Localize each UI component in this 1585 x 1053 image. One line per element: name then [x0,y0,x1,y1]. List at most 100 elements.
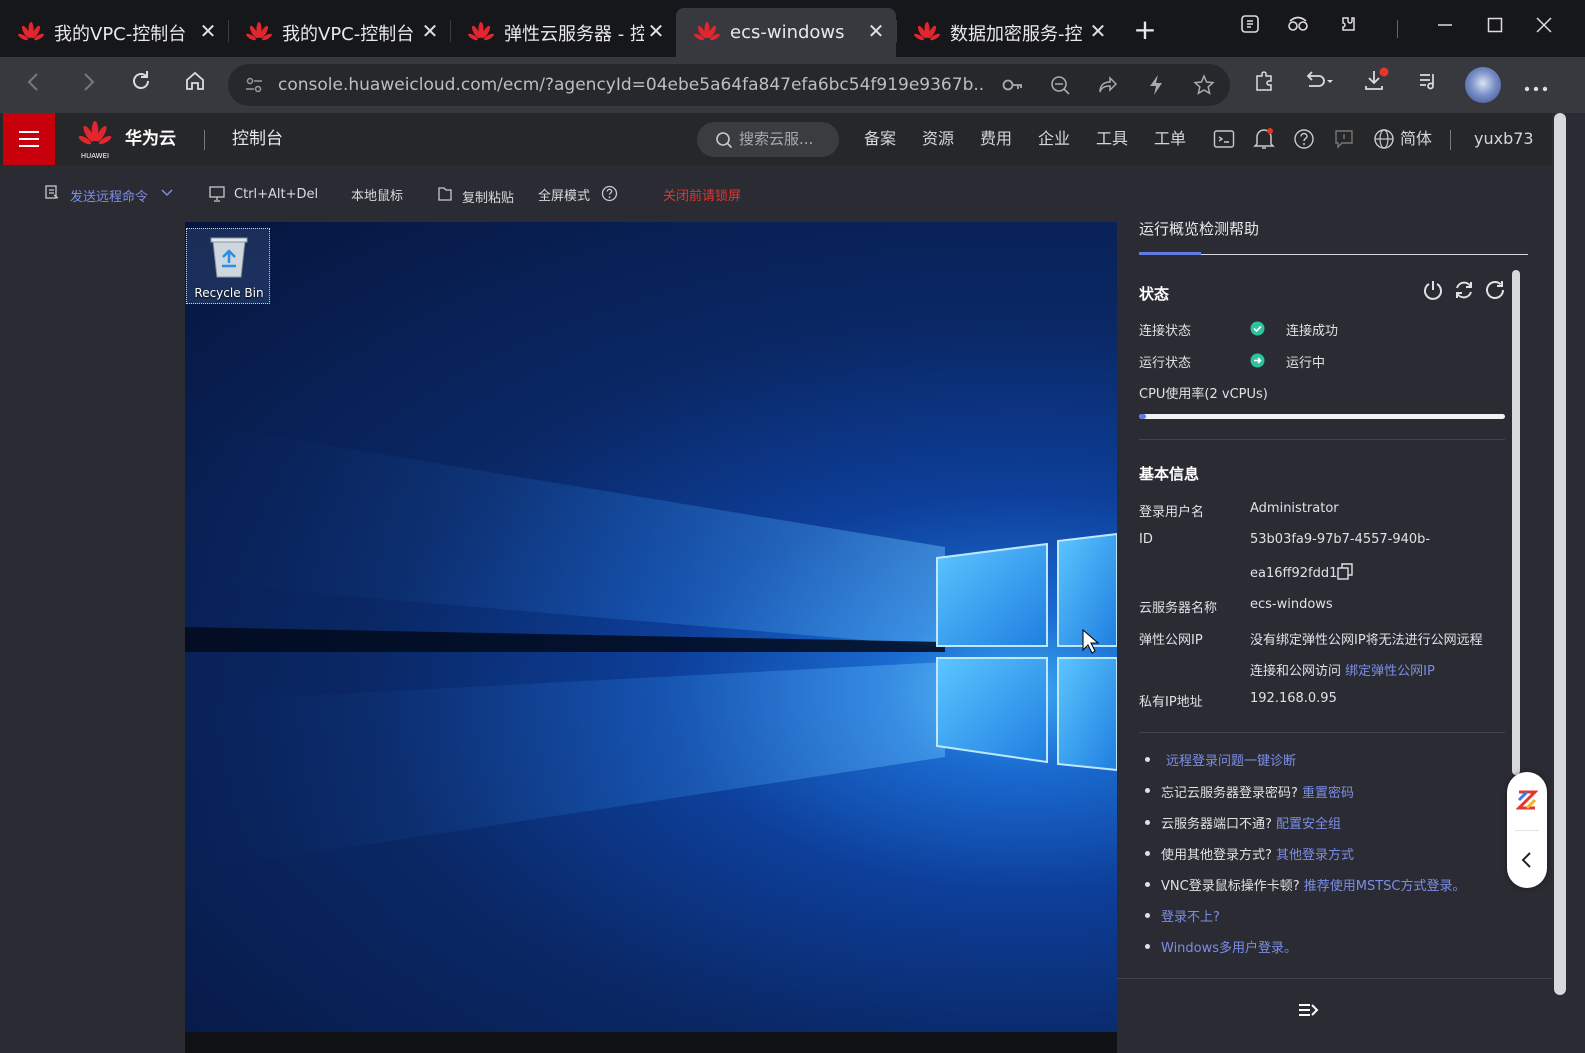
globe-icon[interactable] [1373,128,1395,150]
fullscreen-button[interactable]: 全屏模式 [538,185,590,204]
close-tab-icon[interactable]: ✕ [866,20,886,42]
other-login-link[interactable]: 其他登录方式 [1276,848,1354,863]
search-icon [716,132,733,149]
panel-tab-overview[interactable]: 运行概览检测帮助 [1139,218,1259,239]
close-tab-icon[interactable]: ✕ [420,20,440,42]
zoom-out-icon[interactable] [1050,75,1070,95]
tab-actions-icon[interactable] [1233,12,1267,46]
url-text[interactable]: console.huaweicloud.com/ecm/?agencyId=04… [278,64,986,106]
close-tab-icon[interactable]: ✕ [646,20,666,42]
check-circle-icon [1250,321,1265,336]
private-ip-value: 192.168.0.95 [1250,691,1337,706]
copy-paste-button[interactable]: 复制粘贴 [462,187,514,206]
browser-tab[interactable]: 我的VPC-控制台 ✕ [0,8,228,57]
copy-icon[interactable] [1337,563,1353,580]
tab-title: 弹性云服务器 - 控 [504,23,644,45]
language-switch[interactable]: 简体 [1400,113,1432,165]
close-tab-icon[interactable]: ✕ [1088,20,1108,42]
mstsc-link[interactable]: 推荐使用MSTSC方式登录。 [1304,879,1466,894]
help-icon[interactable] [1293,128,1315,150]
remote-taskbar[interactable] [185,1032,1117,1053]
user-menu[interactable]: yuxb73 [1474,113,1534,165]
notification-bell-icon[interactable] [1253,127,1275,151]
close-tab-icon[interactable]: ✕ [198,20,218,42]
widget-divider [1515,830,1539,831]
downloads-icon[interactable] [1358,67,1394,103]
new-tab-button[interactable]: + [1128,13,1162,47]
chevron-left-icon[interactable] [1520,851,1534,869]
huawei-logo-icon [78,121,112,145]
send-remote-command-dropdown[interactable]: 发送远程命令 [70,186,148,205]
brand-name[interactable]: 华为云 [125,113,176,165]
close-window-icon[interactable] [1527,12,1561,46]
running-status-icon [1250,353,1265,368]
tab-title: ecs-windows [730,22,845,43]
recycle-bin-shortcut[interactable]: Recycle Bin [186,228,270,304]
undo-dropdown-icon[interactable] [1296,67,1342,103]
floating-assistant-widget [1507,772,1547,888]
more-options-icon[interactable] [1518,67,1554,103]
extensions-icon[interactable] [1331,12,1365,46]
cloud-shell-icon[interactable] [1213,129,1235,149]
nav-tools[interactable]: 工具 [1096,113,1128,165]
browser-tab-active[interactable]: ecs-windows ✕ [676,8,896,57]
security-group-link[interactable]: 配置安全组 [1276,817,1341,832]
list-bullet [1145,944,1150,949]
collections-icon[interactable] [1411,67,1447,103]
local-mouse-toggle[interactable]: 本地鼠标 [351,185,403,204]
browser-tab[interactable]: 我的VPC-控制台 ✕ [228,8,450,57]
site-info-icon[interactable] [244,75,264,95]
connection-status-value: 连接成功 [1286,324,1339,339]
service-menu-button[interactable] [3,113,55,165]
browser-tab-strip: 我的VPC-控制台 ✕ 我的VPC-控制台 ✕ 弹性云服务器 - 控 ✕ ecs… [0,0,1585,57]
back-icon[interactable] [16,67,52,103]
cannot-login-link[interactable]: 登录不上? [1161,910,1220,925]
home-icon[interactable] [177,67,213,103]
workspaces-icon[interactable] [1281,12,1315,46]
nav-resources[interactable]: 资源 [922,113,954,165]
maximize-icon[interactable] [1478,12,1512,46]
power-icon[interactable] [1422,279,1444,301]
reload-icon[interactable] [123,67,159,103]
eip-value-line2: 连接和公网访问 绑定弹性公网IP [1250,660,1435,679]
chevron-down-icon[interactable] [161,189,173,197]
key-icon[interactable] [1002,75,1024,95]
boost-icon[interactable] [1147,74,1165,96]
page-scroll-track [1552,113,1585,1053]
help-icon[interactable] [601,185,618,202]
huawei-brand-logo[interactable]: HUAWEI [78,121,112,160]
forward-icon[interactable] [70,67,106,103]
diagnose-link[interactable]: 远程登录问题一键诊断 [1166,754,1296,769]
cpu-usage-label: CPU使用率(2 vCPUs) [1139,387,1268,402]
share-icon[interactable] [1098,75,1118,95]
cpu-usage-bar [1139,414,1505,419]
nav-enterprise[interactable]: 企业 [1038,113,1070,165]
remote-desktop-canvas[interactable]: Recycle Bin [185,222,1117,1032]
reset-password-link[interactable]: 重置密码 [1302,786,1354,801]
browser-tab[interactable]: 数据加密服务-控 ✕ [896,8,1118,57]
console-home-link[interactable]: 控制台 [232,113,283,165]
profile-avatar[interactable] [1465,67,1501,103]
minimize-icon[interactable] [1428,12,1462,46]
collapse-panel-icon[interactable] [1298,1001,1320,1019]
favorite-star-icon[interactable] [1193,74,1215,96]
bind-eip-link[interactable]: 绑定弹性公网IP [1345,664,1435,679]
browser-tab[interactable]: 弹性云服务器 - 控 ✕ [450,8,676,57]
page-scrollbar-thumb[interactable] [1554,113,1566,995]
extensions-puzzle-icon[interactable] [1246,67,1282,103]
nav-billing[interactable]: 费用 [980,113,1012,165]
id-value-line1: 53b03fa9-97b7-4557-940b- [1250,532,1431,547]
basic-info-title: 基本信息 [1139,465,1200,483]
help-question: 云服务器端口不通? [1161,817,1272,832]
nav-beian[interactable]: 备案 [864,113,896,165]
refresh-icon[interactable] [1484,279,1506,301]
monitor-icon [209,186,225,202]
windows-multiuser-link[interactable]: Windows多用户登录。 [1161,941,1297,956]
feedback-icon[interactable] [1333,128,1355,150]
address-bar[interactable]: console.huaweicloud.com/ecm/?agencyId=04… [228,64,1230,106]
restart-icon[interactable] [1453,279,1475,301]
assistant-icon[interactable] [1516,788,1538,812]
nav-tickets[interactable]: 工单 [1154,113,1186,165]
panel-scrollbar[interactable] [1512,270,1520,775]
ctrl-alt-del-button[interactable]: Ctrl+Alt+Del [234,187,318,202]
